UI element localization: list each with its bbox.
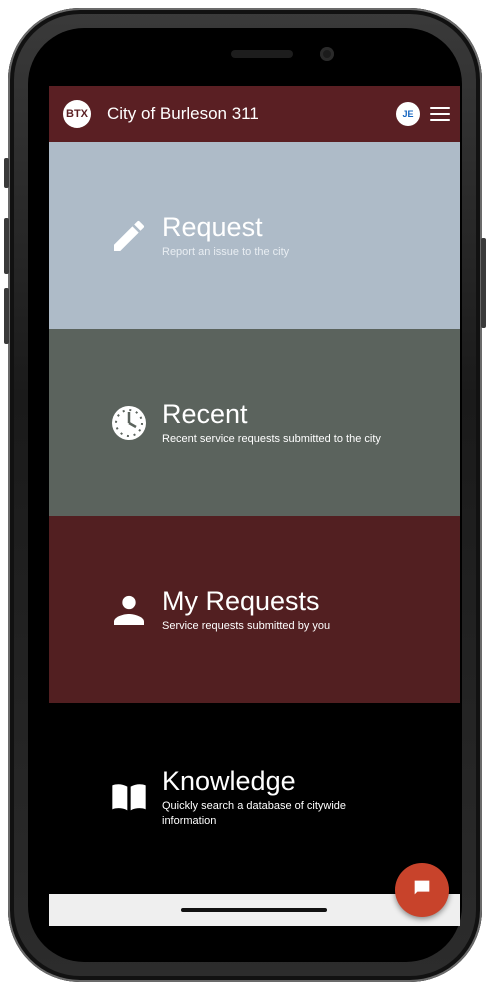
- recent-tile[interactable]: Recent Recent service requests submitted…: [49, 329, 460, 516]
- my-requests-title: My Requests: [162, 586, 320, 616]
- clock-icon: [107, 401, 151, 445]
- app-title: City of Burleson 311: [107, 104, 259, 123]
- app-bar: BTX City of Burleson 311 JE: [49, 86, 460, 142]
- pencil-icon: [107, 214, 151, 258]
- my-requests-subtitle: Service requests submitted by you: [162, 620, 331, 632]
- power-button: [481, 238, 486, 328]
- volume-down-button: [4, 288, 9, 344]
- request-title: Request: [162, 212, 263, 242]
- chat-icon: [411, 877, 433, 904]
- knowledge-title: Knowledge: [162, 765, 296, 796]
- recent-subtitle: Recent service requests submitted to the…: [162, 433, 381, 445]
- request-subtitle: Report an issue to the city: [162, 246, 290, 258]
- knowledge-subtitle: Quickly search a database of citywide in…: [162, 799, 347, 827]
- city-logo[interactable]: BTX: [63, 100, 91, 128]
- request-tile[interactable]: Request Report an issue to the city: [49, 142, 460, 329]
- speaker-grille: [231, 50, 293, 58]
- mute-switch: [4, 158, 9, 188]
- knowledge-tile[interactable]: Knowledge Quickly search a database of c…: [49, 703, 460, 890]
- person-icon: [107, 588, 151, 632]
- my-requests-tile[interactable]: My Requests Service requests submitted b…: [49, 516, 460, 703]
- home-indicator[interactable]: [181, 908, 327, 912]
- app-screen: BTX City of Burleson 311 JE Request Repo…: [49, 86, 460, 926]
- user-avatar[interactable]: JE: [396, 102, 420, 126]
- city-logo-text: BTX: [66, 108, 88, 120]
- hamburger-menu-icon[interactable]: [430, 107, 450, 121]
- volume-up-button: [4, 218, 9, 274]
- recent-title: Recent: [162, 399, 248, 429]
- front-camera: [320, 47, 334, 61]
- book-icon: [107, 775, 151, 819]
- chat-button[interactable]: [395, 863, 449, 917]
